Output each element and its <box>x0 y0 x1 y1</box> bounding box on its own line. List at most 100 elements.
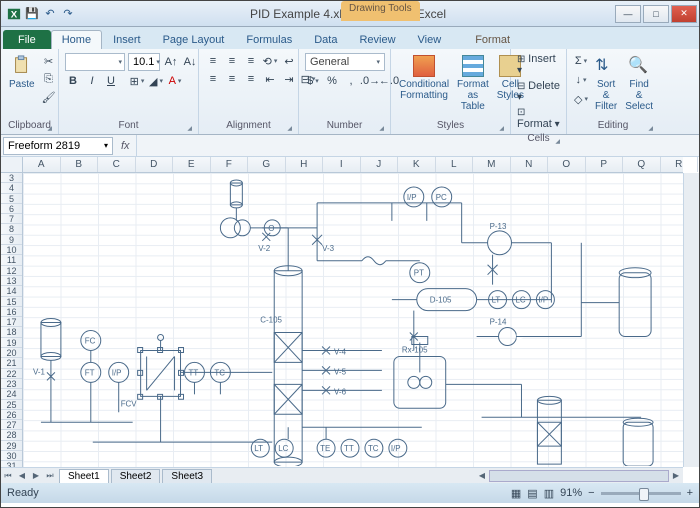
svg-text:D-105: D-105 <box>430 296 452 305</box>
vertical-scrollbar[interactable] <box>683 173 699 467</box>
grow-font-icon[interactable]: A↑ <box>163 54 179 70</box>
tab-file[interactable]: File <box>3 30 51 49</box>
group-alignment: ≡ ≡ ≡ ⟲ ↩ ≡ ≡ ≡ ⇤ ⇥ ⊟ Alignment <box>199 49 299 134</box>
pid-diagram[interactable]: V-1 FC FT I/P TT TC FCV O V-2 V-3 <box>23 173 683 466</box>
column-headers[interactable]: ABCDEFGHIJKLMNOPQR <box>23 157 683 173</box>
ribbon: Paste ✂ ⎘ 🖌 Clipboard 10.1 A↑ A↓ B I U <box>1 49 699 135</box>
font-family-combo[interactable] <box>65 53 125 71</box>
tab-nav-prev[interactable]: ◀ <box>15 469 29 483</box>
tab-view[interactable]: View <box>407 30 453 49</box>
ribbon-tabs: File Home Insert Page Layout Formulas Da… <box>1 27 699 49</box>
bold-button[interactable]: B <box>65 73 81 89</box>
tab-review[interactable]: Review <box>348 30 406 49</box>
paste-button[interactable]: Paste <box>7 53 37 92</box>
find-select-button[interactable]: 🔍Find & Select <box>623 53 655 114</box>
align-left-icon[interactable]: ≡ <box>205 71 221 87</box>
clear-icon[interactable]: ◇ <box>573 91 589 107</box>
zoom-in-button[interactable]: + <box>687 487 693 499</box>
svg-text:TE: TE <box>320 444 330 453</box>
svg-text:PC: PC <box>436 193 447 202</box>
sheet-tab-1[interactable]: Sheet1 <box>59 469 109 483</box>
increase-decimal-icon[interactable]: .0→ <box>362 73 378 89</box>
cell-grid[interactable]: V-1 FC FT I/P TT TC FCV O V-2 V-3 <box>23 173 683 467</box>
fill-color-icon[interactable]: ◢ <box>148 73 164 89</box>
svg-text:TT: TT <box>344 444 354 453</box>
border-icon[interactable]: ⊞ <box>129 73 145 89</box>
wrap-text-icon[interactable]: ↩ <box>281 53 297 69</box>
format-as-table-button[interactable]: Format as Table <box>455 53 491 114</box>
format-painter-icon[interactable]: 🖌 <box>41 89 57 105</box>
svg-text:X: X <box>11 9 18 20</box>
underline-button[interactable]: U <box>103 73 119 89</box>
row-headers[interactable]: 3456789101112131415161718192021222324252… <box>1 173 23 467</box>
close-button[interactable]: ✕ <box>671 5 697 23</box>
view-page-layout-icon[interactable]: ▤ <box>527 487 537 500</box>
excel-icon: X <box>7 7 21 21</box>
view-normal-icon[interactable]: ▦ <box>511 487 521 500</box>
minimize-button[interactable]: — <box>615 5 641 23</box>
group-clipboard: Paste ✂ ⎘ 🖌 Clipboard <box>1 49 59 134</box>
decrease-indent-icon[interactable]: ⇤ <box>262 71 278 87</box>
comma-icon[interactable]: , <box>343 73 359 89</box>
svg-text:FCV: FCV <box>121 399 138 408</box>
svg-text:V-2: V-2 <box>258 244 271 253</box>
quick-access-toolbar: X 💾 ↶ ↷ <box>1 7 81 21</box>
italic-button[interactable]: I <box>84 73 100 89</box>
tab-formulas[interactable]: Formulas <box>235 30 303 49</box>
zoom-controls: ▦ ▤ ▥ 91% − + <box>511 487 693 500</box>
hscroll-right[interactable]: ▶ <box>669 469 683 483</box>
align-center-icon[interactable]: ≡ <box>224 71 240 87</box>
worksheet[interactable]: ABCDEFGHIJKLMNOPQR 345678910111213141516… <box>1 157 699 483</box>
percent-icon[interactable]: % <box>324 73 340 89</box>
fill-icon[interactable]: ↓ <box>573 72 589 88</box>
align-middle-icon[interactable]: ≡ <box>224 53 240 69</box>
font-color-icon[interactable]: A <box>167 73 183 89</box>
shrink-font-icon[interactable]: A↓ <box>182 54 198 70</box>
orientation-icon[interactable]: ⟲ <box>262 53 278 69</box>
svg-text:PT: PT <box>414 269 424 278</box>
align-top-icon[interactable]: ≡ <box>205 53 221 69</box>
sort-filter-button[interactable]: ⇅Sort & Filter <box>593 53 619 114</box>
svg-text:Rx-105: Rx-105 <box>402 345 428 354</box>
svg-text:I/P: I/P <box>407 193 417 202</box>
hscroll-left[interactable]: ◀ <box>475 469 489 483</box>
undo-icon[interactable]: ↶ <box>43 7 57 21</box>
zoom-slider[interactable] <box>601 492 681 495</box>
save-icon[interactable]: 💾 <box>25 7 39 21</box>
select-all-corner[interactable] <box>1 157 23 173</box>
svg-text:TC: TC <box>368 444 379 453</box>
tab-home[interactable]: Home <box>51 30 102 49</box>
group-label-editing: Editing <box>573 119 653 132</box>
tab-nav-first[interactable]: ⏮ <box>1 469 15 483</box>
view-page-break-icon[interactable]: ▥ <box>544 487 554 500</box>
align-right-icon[interactable]: ≡ <box>243 71 259 87</box>
tab-nav-next[interactable]: ▶ <box>29 469 43 483</box>
conditional-formatting-button[interactable]: Conditional Formatting <box>397 53 451 103</box>
number-format-combo[interactable]: General <box>305 53 385 71</box>
font-size-combo[interactable]: 10.1 <box>128 53 160 71</box>
tab-insert[interactable]: Insert <box>102 30 152 49</box>
svg-text:V-5: V-5 <box>334 367 347 376</box>
zoom-out-button[interactable]: − <box>588 487 594 499</box>
tab-page-layout[interactable]: Page Layout <box>152 30 236 49</box>
redo-icon[interactable]: ↷ <box>61 7 75 21</box>
svg-text:I/P: I/P <box>538 296 548 305</box>
copy-icon[interactable]: ⎘ <box>41 71 57 87</box>
tab-data[interactable]: Data <box>303 30 348 49</box>
increase-indent-icon[interactable]: ⇥ <box>281 71 297 87</box>
zoom-level[interactable]: 91% <box>560 487 582 499</box>
tab-nav-last[interactable]: ⏭ <box>43 469 57 483</box>
fx-button[interactable]: fx <box>115 135 137 156</box>
tab-format[interactable]: Format <box>464 30 521 49</box>
maximize-button[interactable]: □ <box>643 5 669 23</box>
sheet-tab-2[interactable]: Sheet2 <box>111 469 161 483</box>
svg-text:V-1: V-1 <box>33 367 46 376</box>
align-bottom-icon[interactable]: ≡ <box>243 53 259 69</box>
cut-icon[interactable]: ✂ <box>41 53 57 69</box>
svg-text:V-4: V-4 <box>334 347 347 356</box>
sheet-tab-3[interactable]: Sheet3 <box>162 469 212 483</box>
group-label-styles: Styles <box>397 119 504 132</box>
autosum-icon[interactable]: Σ <box>573 53 589 69</box>
currency-icon[interactable]: $ <box>305 73 321 89</box>
name-box[interactable]: Freeform 2819▾ <box>3 137 113 155</box>
